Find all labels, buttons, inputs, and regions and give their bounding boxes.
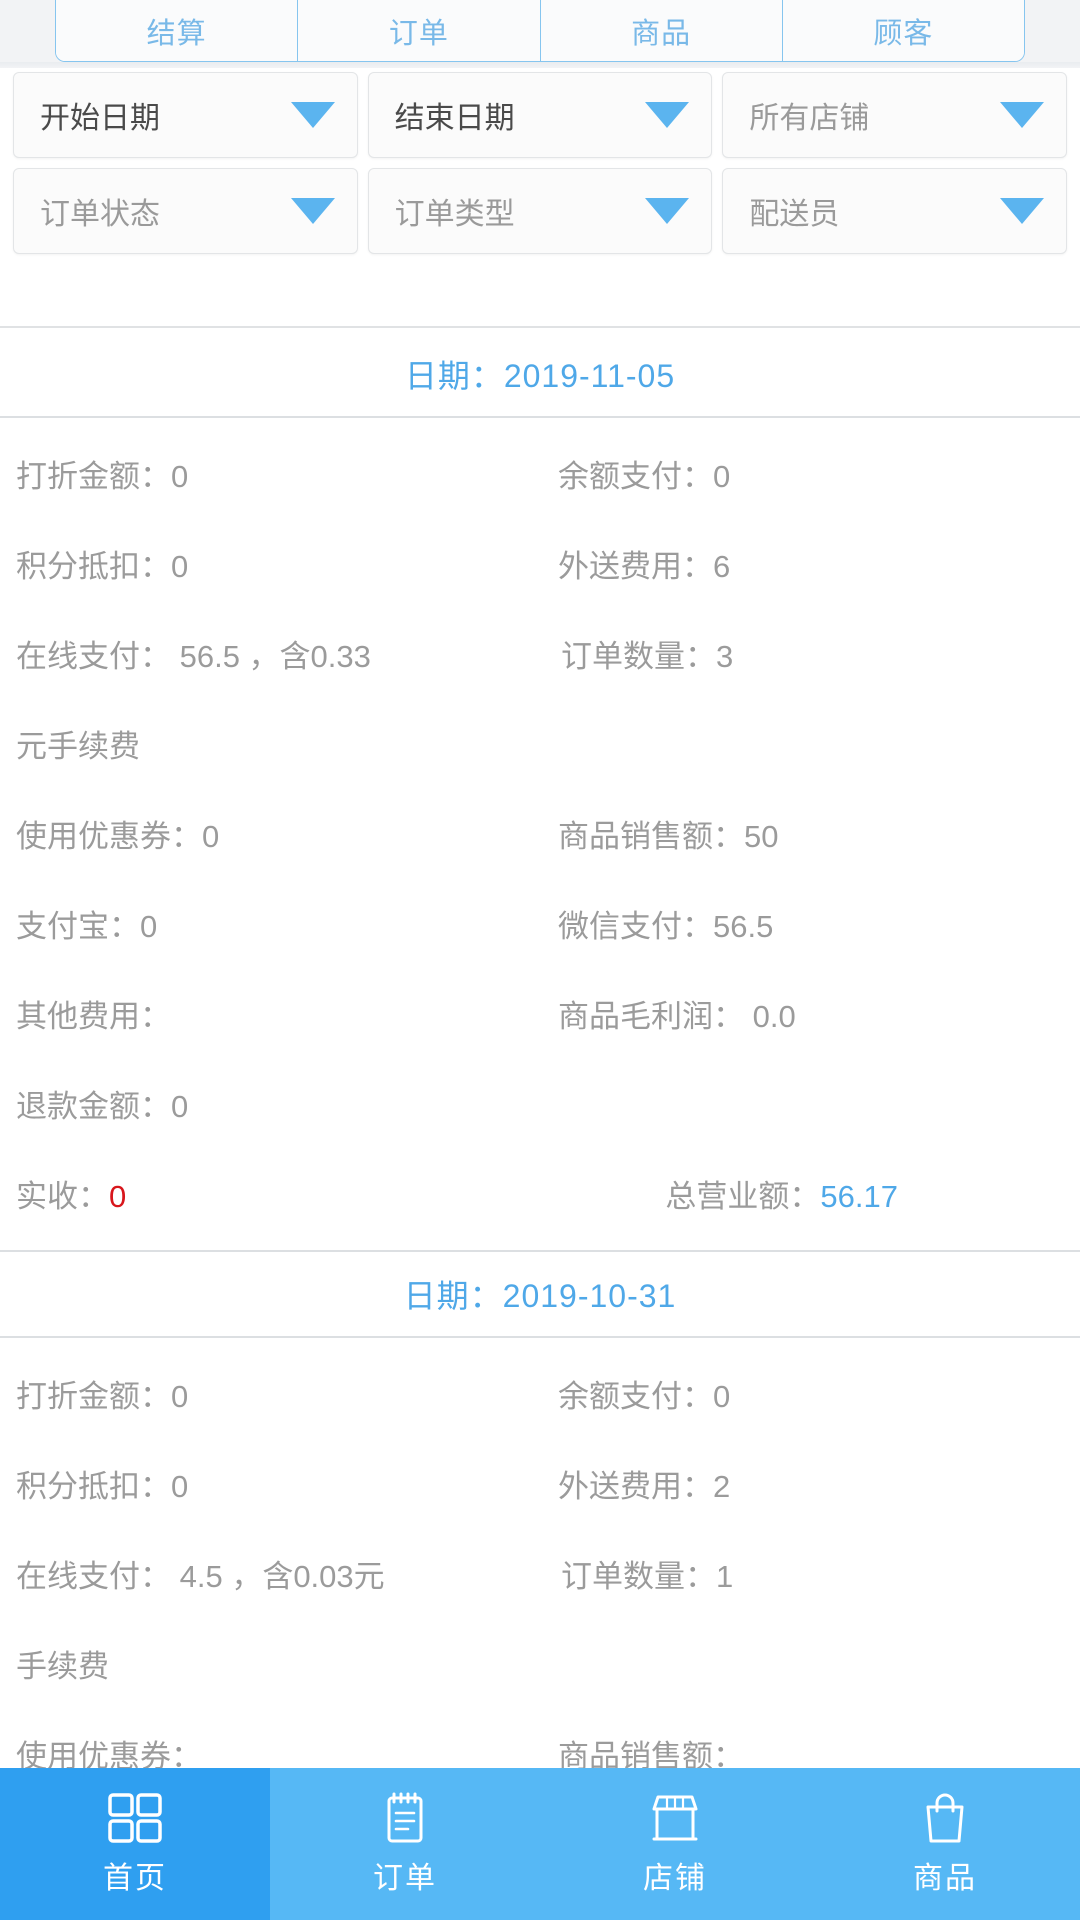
chevron-down-icon [1000, 102, 1045, 128]
tab-orders[interactable]: 订单 [298, 0, 541, 61]
goods-sales: 商品销售额：50 [558, 819, 779, 855]
gross-profit: 商品毛利润： 0.0 [558, 999, 796, 1035]
app-screen: 结算 订单 商品 顾客 开始日期 结束日期 所有店铺 订单状态 订单类型 配送员… [0, 0, 1080, 1920]
settlement-card[interactable]: 打折金额：0 余额支付：0 积分抵扣：0 外送费用：6 在线支付： 56.5 ，… [0, 418, 1080, 1252]
filter-order-status[interactable]: 订单状态 [13, 168, 358, 254]
order-count: 订单数量：1 [560, 1559, 734, 1595]
filter-bottom-divider [0, 326, 1080, 328]
clipboard-order-icon [376, 1791, 434, 1845]
discount-amount: 打折金额：0 [16, 1379, 189, 1415]
points-deduction: 积分抵扣：0 [16, 1469, 189, 1505]
nav-label: 订单 [373, 1862, 437, 1895]
table-row: 手续费 [0, 1622, 1080, 1712]
table-row: 在线支付： 56.5 ，含0.33 订单数量：3 [0, 612, 1080, 702]
date-header-text: 日期：2019-11-05 [404, 358, 676, 394]
actual-received: 实收：0 [16, 1176, 540, 1218]
settlement-list: 日期：2019-11-05 打折金额：0 余额支付：0 积分抵扣：0 外送费用：… [0, 332, 1080, 1812]
total-turnover: 总营业额：56.17 [540, 1176, 1064, 1218]
tab-label: 订单 [388, 17, 449, 50]
table-row: 使用优惠券：0 商品销售额：50 [0, 792, 1080, 882]
table-row: 积分抵扣：0 外送费用：6 [0, 522, 1080, 612]
filter-label: 开始日期 [40, 102, 160, 135]
balance-payment: 余额支付：0 [558, 1379, 731, 1415]
nav-label: 店铺 [643, 1862, 707, 1895]
filter-all-stores[interactable]: 所有店铺 [722, 72, 1068, 158]
filter-label: 订单类型 [394, 198, 515, 231]
nav-item-goods[interactable]: 商品 [810, 1768, 1080, 1920]
table-row: 退款金额：0 [0, 1062, 1080, 1152]
tabbar-divider [0, 62, 1080, 68]
filter-label: 所有店铺 [749, 102, 870, 135]
filter-label: 订单状态 [40, 198, 160, 231]
table-row: 在线支付： 4.5 ，含0.03元 订单数量：1 [0, 1532, 1080, 1622]
table-row: 支付宝：0 微信支付：56.5 [0, 882, 1080, 972]
tab-goods[interactable]: 商品 [540, 0, 783, 61]
other-fee: 其他费用： [16, 999, 171, 1035]
tab-settlement[interactable]: 结算 [56, 0, 299, 61]
shopping-bag-icon [916, 1791, 974, 1845]
refund-amount: 退款金额：0 [16, 1089, 189, 1125]
table-row: 打折金额：0 余额支付：0 [0, 432, 1080, 522]
tab-label: 商品 [631, 17, 692, 50]
top-tab-bar: 结算 订单 商品 顾客 [0, 0, 1080, 68]
online-payment-wrap: 元手续费 [16, 729, 140, 765]
settlement-card[interactable]: 打折金额：0 余额支付：0 积分抵扣：0 外送费用：2 在线支付： 4.5 ，含… [0, 1338, 1080, 1812]
table-row: 元手续费 [0, 702, 1080, 792]
chevron-down-icon [290, 102, 335, 128]
chevron-down-icon [645, 198, 690, 224]
grid-home-icon [106, 1791, 164, 1845]
nav-item-shop[interactable]: 店铺 [540, 1768, 810, 1920]
nav-item-orders[interactable]: 订单 [270, 1768, 540, 1920]
discount-amount: 打折金额：0 [16, 459, 189, 495]
actual-received-label: 实收： [16, 1179, 109, 1215]
chevron-down-icon [645, 102, 690, 128]
tab-label: 结算 [146, 17, 207, 50]
total-turnover-value: 56.17 [820, 1179, 898, 1215]
alipay-payment: 支付宝：0 [16, 909, 158, 945]
chevron-down-icon [290, 198, 335, 224]
delivery-fee: 外送费用：6 [558, 549, 731, 585]
balance-payment: 余额支付：0 [558, 459, 731, 495]
filter-label: 配送员 [749, 198, 840, 231]
online-payment: 在线支付： 4.5 ，含0.03元 [16, 1559, 385, 1595]
online-payment-wrap: 手续费 [16, 1649, 109, 1685]
points-deduction: 积分抵扣：0 [16, 549, 189, 585]
tab-customers[interactable]: 顾客 [782, 0, 1024, 61]
filter-row-2: 订单状态 订单类型 配送员 [0, 168, 1080, 254]
date-header-text: 日期：2019-10-31 [403, 1278, 677, 1314]
filter-start-date[interactable]: 开始日期 [13, 72, 358, 158]
wechat-payment: 微信支付：56.5 [558, 909, 774, 945]
nav-label: 首页 [103, 1862, 167, 1895]
table-row: 打折金额：0 余额支付：0 [0, 1352, 1080, 1442]
nav-label: 商品 [913, 1862, 977, 1895]
record-date-header: 日期：2019-10-31 [0, 1252, 1080, 1338]
record-date-header: 日期：2019-11-05 [0, 332, 1080, 418]
storefront-shop-icon [646, 1791, 704, 1845]
total-turnover-label: 总营业额： [665, 1179, 821, 1215]
online-payment: 在线支付： 56.5 ，含0.33 [16, 639, 371, 675]
coupon-used: 使用优惠券：0 [16, 819, 220, 855]
filter-order-type[interactable]: 订单类型 [367, 168, 713, 254]
table-row: 积分抵扣：0 外送费用：2 [0, 1442, 1080, 1532]
filter-label: 结束日期 [394, 102, 515, 135]
filter-panel: 开始日期 结束日期 所有店铺 订单状态 订单类型 配送员 [0, 72, 1080, 264]
chevron-down-icon [1000, 198, 1045, 224]
bottom-navigation: 首页 订单 店铺 商品 [0, 1768, 1080, 1920]
table-row: 实收：0 总营业额：56.17 [0, 1152, 1080, 1242]
filter-end-date[interactable]: 结束日期 [367, 72, 713, 158]
filter-courier[interactable]: 配送员 [722, 168, 1068, 254]
filter-row-1: 开始日期 结束日期 所有店铺 [0, 72, 1080, 158]
delivery-fee: 外送费用：2 [558, 1469, 731, 1505]
actual-received-value: 0 [109, 1179, 127, 1215]
tab-label: 顾客 [873, 17, 934, 50]
table-row: 其他费用： 商品毛利润： 0.0 [0, 972, 1080, 1062]
nav-item-home[interactable]: 首页 [0, 1768, 270, 1920]
order-count: 订单数量：3 [560, 639, 734, 675]
